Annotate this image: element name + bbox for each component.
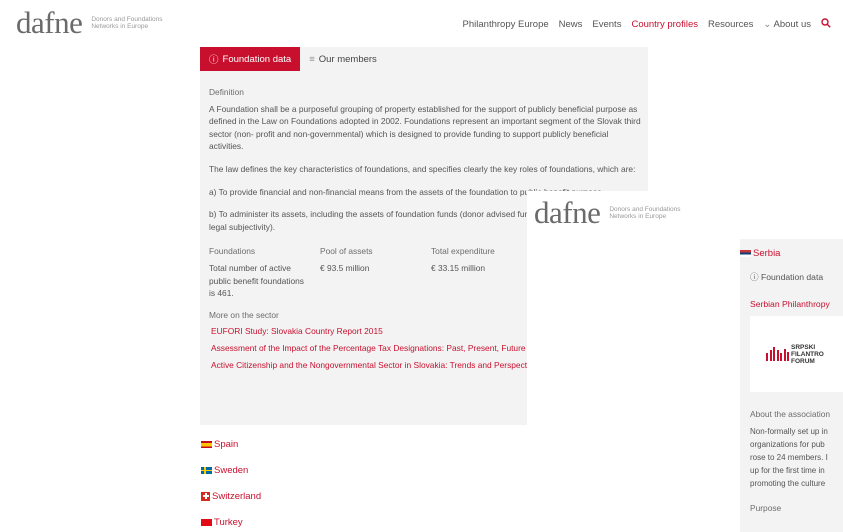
spain-flag-icon xyxy=(201,440,212,448)
definition-heading: Definition xyxy=(209,87,244,97)
main-nav: Philanthropy Europe News Events Country … xyxy=(463,18,831,31)
logo-tagline: Donors and Foundations Networks in Europ… xyxy=(609,206,681,220)
site-header: dafne Donors and Foundations Networks in… xyxy=(0,0,843,46)
country-list: Spain Sweden Switzerland Turkey xyxy=(201,437,261,532)
country-sweden[interactable]: Sweden xyxy=(201,463,261,477)
country-serbia[interactable]: Serbia xyxy=(740,248,780,259)
nav-news[interactable]: News xyxy=(559,19,583,31)
purpose-heading: Purpose xyxy=(750,503,782,513)
definition-text: A Foundation shall be a purposeful group… xyxy=(209,103,641,152)
sweden-flag-icon xyxy=(201,466,212,474)
turkey-flag-icon xyxy=(201,518,212,526)
serbia-flag-icon xyxy=(740,250,751,257)
country-switzerland[interactable]: Switzerland xyxy=(201,489,261,503)
info-icon: ⓘ xyxy=(209,55,219,66)
tab-foundation-data[interactable]: ⓘ Foundation data xyxy=(200,47,301,71)
nav-about-us[interactable]: ⌄ About us xyxy=(763,19,811,31)
nav-resources[interactable]: Resources xyxy=(708,19,753,31)
law-text: The law defines the key characteristics … xyxy=(209,163,636,174)
members-icon: ≡ xyxy=(309,53,315,65)
dafne-logo-overlay[interactable]: dafne Donors and Foundations Networks in… xyxy=(534,195,681,230)
nav-events[interactable]: Events xyxy=(592,19,621,31)
serbian-philanthropy-forum-logo: SRPSKI FILANTRO FORUM xyxy=(750,316,843,392)
sfp-logo-text: SRPSKI FILANTRO FORUM xyxy=(791,344,824,365)
profile-tabs: ⓘ Foundation data ≡ Our members xyxy=(200,47,648,71)
chevron-down-icon: ⌄ xyxy=(763,19,772,30)
stat-pool-of-assets: Pool of assets € 93.5 million xyxy=(320,246,373,273)
country-spain[interactable]: Spain xyxy=(201,437,261,451)
serbian-philanthropy-link[interactable]: Serbian Philanthropy xyxy=(750,299,830,309)
logo-wordmark: dafne xyxy=(534,195,601,230)
dafne-logo[interactable]: dafne Donors and Foundations Networks in… xyxy=(16,5,163,40)
nav-country-profiles[interactable]: Country profiles xyxy=(631,19,698,31)
about-association-text: Non-formally set up in organizations for… xyxy=(750,427,828,488)
logo-tagline: Donors and Foundations Networks in Europ… xyxy=(91,16,163,30)
tab-our-members[interactable]: ≡ Our members xyxy=(300,47,386,71)
nav-philanthropy-europe[interactable]: Philanthropy Europe xyxy=(463,19,549,31)
info-icon: ⓘ xyxy=(750,272,759,282)
sfp-logo-mark xyxy=(766,347,789,361)
stat-foundations: Foundations Total number of active publi… xyxy=(209,246,304,299)
search-icon[interactable] xyxy=(821,18,831,31)
overlapping-page-serbia: dafne Donors and Foundations Networks in… xyxy=(527,191,843,532)
switzerland-flag-icon xyxy=(201,491,210,501)
overlay-foundation-data-tab[interactable]: ⓘ Foundation data xyxy=(750,271,823,283)
about-association-heading: About the association xyxy=(750,409,831,419)
country-turkey[interactable]: Turkey xyxy=(201,515,261,529)
stat-total-expenditure: Total expenditure € 33.15 million xyxy=(431,246,495,273)
logo-wordmark: dafne xyxy=(16,5,83,40)
